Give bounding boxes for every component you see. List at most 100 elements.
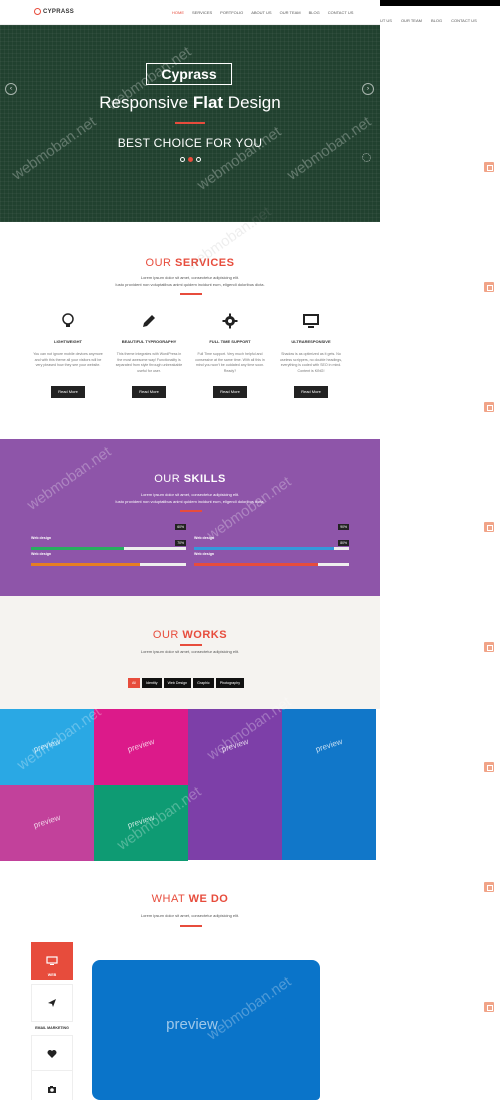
what-we-do-divider	[180, 925, 202, 927]
portfolio-tile[interactable]: preview	[0, 785, 94, 861]
ghost-menu-blog[interactable]: BLOG	[431, 18, 442, 23]
slider-pause-icon[interactable]	[362, 153, 371, 162]
skills-heading-b: SKILLS	[183, 473, 226, 485]
side-share-icon[interactable]	[484, 522, 494, 532]
logo[interactable]: CYPRASS	[34, 8, 74, 15]
service-card-lightweight: LIGHTWEIGHT You can not ignore mobile de…	[33, 312, 103, 398]
side-share-icon[interactable]	[484, 162, 494, 172]
skill-percent-badge: 60%	[175, 524, 186, 530]
slider-next-arrow-icon[interactable]: ›	[362, 83, 374, 95]
services-intro-2: Iusto provident non voluptatibus animi q…	[115, 282, 265, 287]
works-divider	[180, 644, 202, 646]
hero-divider	[175, 122, 205, 124]
filter-all[interactable]: All	[128, 678, 140, 688]
portfolio-tile[interactable]: preview	[94, 709, 188, 785]
skill-fill	[31, 563, 140, 566]
portfolio-tile[interactable]: preview	[94, 785, 188, 861]
tile-label: preview	[126, 812, 156, 831]
services-heading-a: OUR	[145, 257, 176, 269]
tile-label: preview	[314, 736, 344, 755]
menu-item-home[interactable]: HOME	[172, 10, 184, 15]
menu-item-services[interactable]: SERVICES	[192, 10, 212, 15]
sticky-nav-ghost: UT US OUR TEAM BLOG CONTACT US	[380, 18, 477, 23]
slider-dot-2[interactable]	[188, 157, 193, 162]
side-share-icon[interactable]	[484, 402, 494, 412]
skills-intro-2: Iusto provident non voluptatibus animi q…	[115, 499, 265, 504]
menu-item-about[interactable]: ABOUT US	[251, 10, 271, 15]
menu-item-contact[interactable]: CONTACT US	[328, 10, 354, 15]
service-title: BEAUTIFUL TYPROGRAPHY	[121, 339, 177, 344]
service-text: Full Time support. Very much helpful and…	[195, 352, 265, 373]
page: CYPRASS HOME SERVICES PORTFOLIO ABOUT US…	[0, 0, 500, 1100]
portfolio-tile[interactable]: preview	[282, 709, 376, 860]
skill-label: Web design	[31, 552, 52, 556]
service-title: FULL TIME SUPPORT	[209, 339, 251, 344]
side-share-icon[interactable]	[484, 282, 494, 292]
read-more-button[interactable]: Read More	[132, 386, 166, 398]
service-text: You can not ignore mobile devices anymor…	[33, 352, 103, 367]
services-heading: OUR SERVICES	[0, 257, 380, 269]
menu-item-portfolio[interactable]: PORTFOLIO	[220, 10, 243, 15]
menu-item-blog[interactable]: BLOG	[309, 10, 320, 15]
ghost-menu-team[interactable]: OUR TEAM	[401, 18, 422, 23]
filter-identity[interactable]: Identity	[142, 678, 162, 688]
hero-subtitle: Responsive Flat Design	[0, 93, 380, 113]
what-we-do-heading-a: WHAT	[151, 893, 189, 905]
side-share-icon[interactable]	[484, 882, 494, 892]
service-tab-web[interactable]: WEB	[31, 942, 73, 980]
hero-subtitle-end: Design	[223, 93, 281, 112]
logo-text: CYPRASS	[43, 9, 75, 15]
read-more-button[interactable]: Read More	[294, 386, 328, 398]
paper-plane-icon	[31, 984, 73, 1022]
slider-prev-arrow-icon[interactable]: ‹	[5, 83, 17, 95]
sticky-nav-shadow-bar	[380, 0, 500, 6]
works-heading: OUR WORKS	[0, 629, 380, 641]
service-tab-photo[interactable]	[31, 1070, 73, 1100]
menu-item-team[interactable]: OUR TEAM	[280, 10, 301, 15]
works-intro: Lorem ipsum dolor sit amet, consectetur …	[140, 649, 240, 654]
slider-dot-1[interactable]	[180, 157, 185, 162]
hero-subtitle-emphasis: Flat	[192, 93, 224, 112]
works-heading-a: OUR	[152, 629, 183, 641]
read-more-button[interactable]: Read More	[213, 386, 247, 398]
service-tab-label: WEB	[47, 973, 57, 977]
monitor-icon	[276, 312, 346, 330]
tile-label: preview	[32, 812, 62, 831]
filter-graphic[interactable]: Graphic	[193, 678, 214, 688]
what-we-do-intro: Lorem ipsum dolor sit amet, consectetur …	[140, 913, 240, 918]
pencil-icon	[114, 312, 184, 330]
skill-percent-badge: 90%	[338, 524, 349, 530]
hero-subtitle-start: Responsive	[99, 93, 193, 112]
ghost-menu-contact[interactable]: CONTACT US	[451, 18, 477, 23]
skill-label: Web design	[194, 552, 215, 556]
filter-web-design[interactable]: Web Design	[163, 678, 192, 688]
side-share-icon[interactable]	[484, 1002, 494, 1012]
skills-section: OUR SKILLS Lorem ipsum dolor sit amet, c…	[0, 439, 380, 596]
hero-slider: Cyprass Responsive Flat Design BEST CHOI…	[0, 25, 380, 222]
service-title: ULTRARESPONSIVE	[291, 339, 331, 344]
services-heading-b: SERVICES	[175, 257, 235, 269]
service-tab-label: EMAIL MARKETING	[35, 1026, 69, 1030]
hero-title: Cyprass	[161, 66, 217, 82]
portfolio-tile[interactable]: preview	[0, 709, 94, 785]
skill-label: Web design	[194, 536, 215, 540]
skill-track	[31, 563, 186, 566]
hero-tagline: BEST CHOICE FOR YOU	[117, 136, 263, 150]
skill-bar: Web design 80%	[194, 540, 349, 566]
read-more-button[interactable]: Read More	[51, 386, 85, 398]
slider-dot-3[interactable]	[196, 157, 201, 162]
service-text: Shadow is as optimized as it gets. No us…	[279, 352, 343, 373]
skills-intro-1: Lorem ipsum dolor sit amet, consectetur …	[140, 492, 240, 497]
side-share-icon[interactable]	[484, 762, 494, 772]
ghost-menu-about[interactable]: UT US	[380, 18, 392, 23]
filter-photography[interactable]: Photography	[215, 678, 245, 688]
skills-divider	[180, 510, 202, 512]
gear-icon	[195, 312, 265, 330]
camera-icon	[31, 1070, 73, 1100]
service-tab-email[interactable]: EMAIL MARKETING	[31, 984, 73, 1030]
side-share-icon[interactable]	[484, 642, 494, 652]
portfolio-tile[interactable]: preview	[188, 709, 282, 860]
heart-icon	[31, 1035, 73, 1073]
preview-label: preview	[166, 1016, 218, 1033]
skill-percent-badge: 80%	[338, 540, 349, 546]
